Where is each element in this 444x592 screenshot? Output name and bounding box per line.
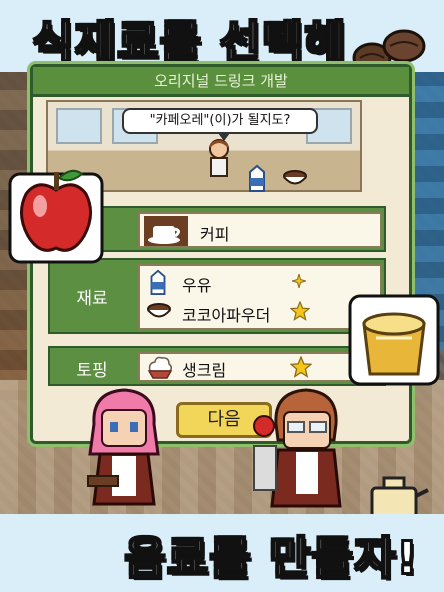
coffee-cup-icon [144,216,188,246]
dialog-header: 오리지널 드링크 개발 [33,67,409,97]
chef-character-icon [209,139,229,177]
topping-slot[interactable]: 생크림 [138,352,382,382]
whipped-cream-icon [147,356,173,379]
star-icon [290,356,312,378]
topping-label: 생크림 [182,361,227,380]
ingredient-slot-cocoa[interactable]: 코코아파우더 [140,297,380,328]
ingredient-label: 코코아파우더 [182,306,271,325]
ingredient-label: 우유 [182,276,212,295]
top-title: 식재료를 선택해 [32,16,348,69]
speech-bubble: "카페오레"(이)가 될지도? [122,108,318,141]
ingredient-slots: 우유 코코아파우더 [138,264,382,330]
kitchen-window [56,108,102,144]
ingredient-row-label: 재료 [76,289,108,309]
milk-carton-icon [150,269,166,295]
sparkle-icon [292,274,306,288]
bottom-title: 음료를 만들자! [124,532,420,585]
star-icon [290,301,310,321]
cocoa-bowl-icon [147,303,171,318]
milk-carton-icon [249,164,265,192]
topping-row-label: 토핑 [76,361,108,381]
coffee-slot[interactable]: 커피 [138,212,382,248]
topping-row: 토핑 생크림 [48,346,386,386]
coffee-label: 커피 [200,225,230,244]
barista-man-character-icon [253,388,342,508]
ingredient-slot-milk[interactable]: 우유 [140,266,380,297]
ingredient-row: 재료 우유 코코아파우더 [48,258,386,334]
lemon-drink-icon [348,294,440,386]
barista-girl-character-icon [87,388,160,506]
cocoa-bowl-icon [283,170,307,185]
apple-icon [8,169,104,264]
